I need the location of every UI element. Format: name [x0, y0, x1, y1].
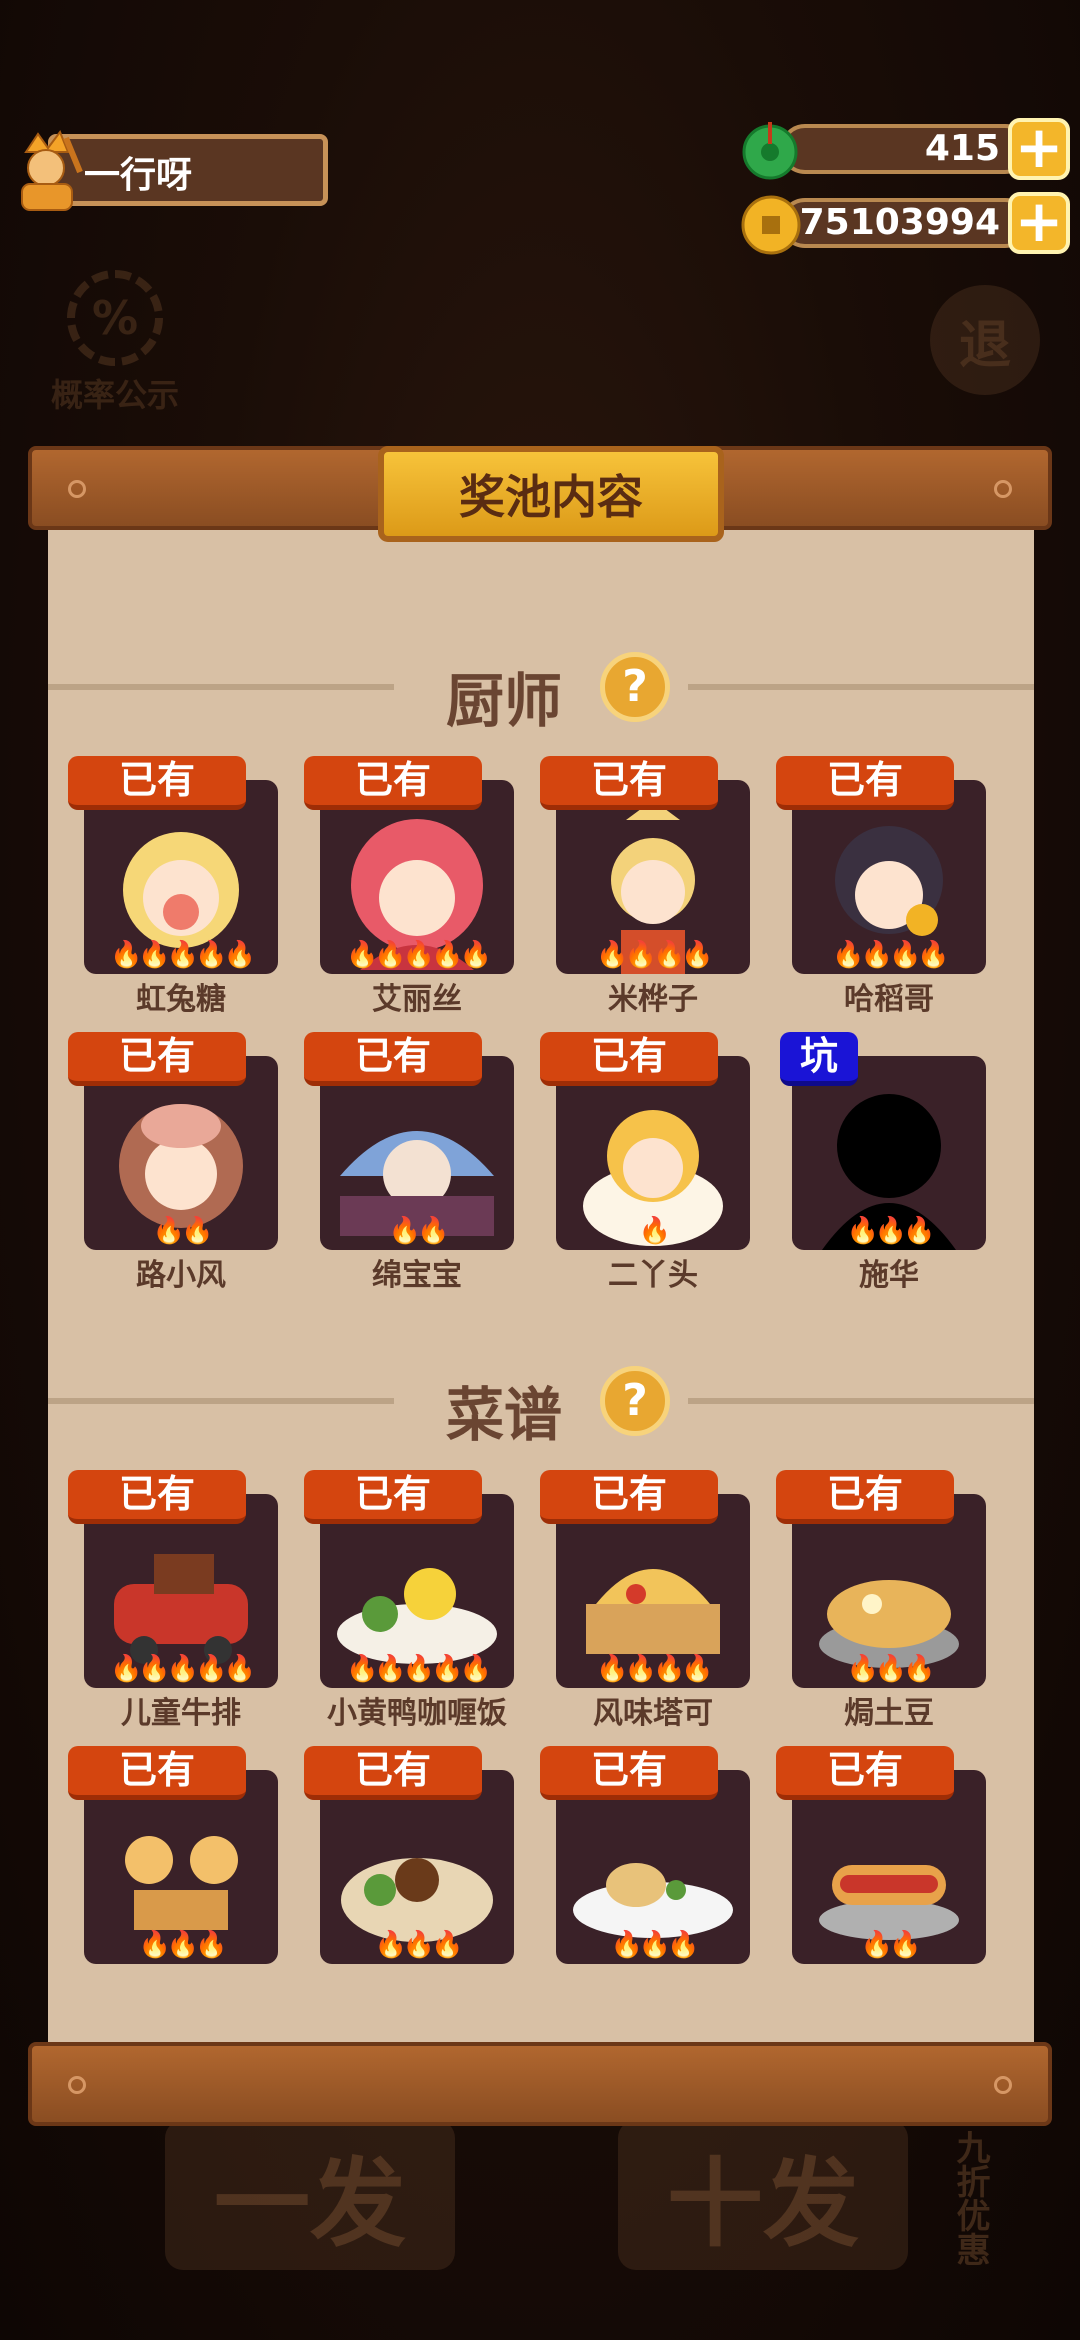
flame-rating-icons: 🔥🔥🔥: [610, 1930, 699, 1960]
recipes-help-icon[interactable]: ?: [600, 1366, 670, 1436]
flame-rating-icons: 🔥🔥🔥🔥: [596, 940, 714, 970]
chef-card[interactable]: 🔥🔥 已有路小风: [68, 1032, 288, 1293]
flame-rating-icons: 🔥🔥🔥🔥: [832, 940, 950, 970]
rivet: [994, 480, 1012, 498]
recipe-card[interactable]: 🔥🔥🔥🔥🔥 已有儿童牛排: [68, 1470, 288, 1731]
chef-avatar-icon: [21, 129, 83, 211]
coin-counter: 75103994 +: [740, 192, 1070, 255]
recipes-section-header: 菜谱 ?: [48, 1360, 1034, 1449]
chef-name: 米桦子: [608, 982, 698, 1017]
probability-label: 概率公示: [50, 376, 179, 414]
flame-rating-icons: 🔥🔥🔥: [138, 1930, 227, 1960]
divider: [688, 684, 1034, 690]
chef-card[interactable]: 🔥 已有二丫头: [540, 1032, 760, 1293]
chef-name: 路小风: [136, 1258, 226, 1293]
coin-value: 75103994: [799, 202, 1000, 243]
chefs-help-icon[interactable]: ?: [600, 652, 670, 722]
recipe-card[interactable]: 🔥🔥🔥 已有焗土豆: [776, 1470, 996, 1731]
chef-status-badge: 已有: [304, 1032, 482, 1086]
recipe-status-badge: 已有: [540, 1470, 718, 1524]
recipe-status-badge: 已有: [540, 1746, 718, 1800]
single-draw-button[interactable]: 一发: [165, 2120, 455, 2270]
recipe-name: 小黄鸭咖喱饭: [327, 1696, 507, 1731]
flame-rating-icons: 🔥🔥: [860, 1930, 922, 1960]
chef-name: 绵宝宝: [372, 1258, 462, 1293]
panel-bottom-bar: [28, 2042, 1052, 2126]
flame-rating-icons: 🔥🔥: [388, 1216, 450, 1246]
chef-name: 虹兔糖: [136, 982, 226, 1017]
jade-value: 415: [924, 128, 1000, 169]
flame-rating-icons: 🔥🔥🔥🔥🔥: [346, 1654, 492, 1684]
player-name: 一行呀: [84, 155, 193, 196]
flame-rating-icons: 🔥🔥🔥: [846, 1654, 935, 1684]
recipe-card[interactable]: 🔥🔥🔥 已有: [540, 1746, 760, 1996]
recipe-name: 风味塔可: [593, 1696, 713, 1731]
recipe-card[interactable]: 🔥🔥🔥 已有: [304, 1746, 524, 1996]
chef-status-badge: 坑: [780, 1032, 858, 1086]
recipe-status-badge: 已有: [776, 1746, 954, 1800]
exit-button[interactable]: 退: [930, 285, 1040, 395]
chef-name: 二丫头: [608, 1258, 698, 1293]
flame-rating-icons: 🔥🔥🔥🔥: [596, 1654, 714, 1684]
chef-name: 哈稻哥: [844, 982, 934, 1017]
recipe-status-badge: 已有: [68, 1470, 246, 1524]
chefs-section-title: 厨师: [446, 667, 563, 735]
flame-rating-icons: 🔥🔥🔥🔥🔥: [110, 1654, 256, 1684]
percent-icon: %: [67, 270, 163, 366]
chefs-section-header: 厨师 ?: [48, 646, 1034, 735]
discount-label: 九折优惠: [950, 2130, 990, 2266]
chef-status-badge: 已有: [540, 756, 718, 810]
chef-card[interactable]: 🔥🔥🔥🔥 已有哈稻哥: [776, 756, 996, 1017]
recipe-status-badge: 已有: [304, 1470, 482, 1524]
recipe-status-badge: 已有: [776, 1470, 954, 1524]
chef-status-badge: 已有: [540, 1032, 718, 1086]
flame-rating-icons: 🔥🔥🔥: [374, 1930, 463, 1960]
rivet: [994, 2076, 1012, 2094]
player-profile[interactable]: 一行呀: [8, 128, 328, 212]
recipe-card[interactable]: 🔥🔥 已有: [776, 1746, 996, 1996]
flame-rating-icons: 🔥: [638, 1216, 671, 1246]
recipe-card[interactable]: 🔥🔥🔥 已有: [68, 1746, 288, 1996]
recipe-name: 儿童牛排: [121, 1696, 241, 1731]
recipes-section-title: 菜谱: [446, 1381, 563, 1449]
chef-card[interactable]: 🔥🔥🔥🔥 已有米桦子: [540, 756, 760, 1017]
flame-rating-icons: 🔥🔥🔥: [846, 1216, 935, 1246]
jade-icon: [742, 122, 798, 180]
panel-title: 奖池内容: [459, 470, 643, 524]
flame-rating-icons: 🔥🔥🔥🔥🔥: [110, 940, 256, 970]
chef-card[interactable]: 🔥🔥🔥🔥🔥 已有虹兔糖: [68, 756, 288, 1017]
chef-status-badge: 已有: [68, 756, 246, 810]
chef-card[interactable]: 🔥🔥🔥🔥🔥 已有艾丽丝: [304, 756, 524, 1017]
coin-icon: [741, 195, 801, 255]
chef-status-badge: 已有: [304, 756, 482, 810]
jade-counter: 415 +: [740, 118, 1070, 180]
probability-button[interactable]: % 概率公示: [40, 270, 190, 416]
divider: [48, 1398, 394, 1404]
flame-rating-icons: 🔥🔥🔥🔥🔥: [346, 940, 492, 970]
chef-status-badge: 已有: [68, 1032, 246, 1086]
ten-draw-button[interactable]: 十发: [618, 2120, 908, 2270]
flame-rating-icons: 🔥🔥: [152, 1216, 214, 1246]
divider: [48, 684, 394, 690]
recipe-card[interactable]: 🔥🔥🔥🔥 已有风味塔可: [540, 1470, 760, 1731]
recipe-name: 焗土豆: [844, 1696, 934, 1731]
rivet: [68, 480, 86, 498]
add-jade-button[interactable]: +: [1008, 118, 1070, 180]
prize-pool-panel: 厨师 ? 🔥🔥🔥🔥🔥 已有 虹兔糖 🔥🔥🔥🔥🔥 已有 艾丽丝 🔥🔥🔥🔥 已有 米桦子 🔥🔥🔥🔥 已有…: [48, 530, 1034, 2042]
chef-card[interactable]: 🔥🔥🔥 坑施华: [776, 1032, 996, 1293]
divider: [688, 1398, 1034, 1404]
recipe-status-badge: 已有: [304, 1746, 482, 1800]
chef-name: 施华: [859, 1258, 919, 1293]
add-coins-button[interactable]: +: [1008, 192, 1070, 254]
recipe-card[interactable]: 🔥🔥🔥🔥🔥 已有小黄鸭咖喱饭: [304, 1470, 524, 1731]
panel-title-badge: 奖池内容: [378, 446, 724, 542]
chef-status-badge: 已有: [776, 756, 954, 810]
rivet: [68, 2076, 86, 2094]
chef-name: 艾丽丝: [372, 982, 462, 1017]
recipe-status-badge: 已有: [68, 1746, 246, 1800]
chef-card[interactable]: 🔥🔥 已有绵宝宝: [304, 1032, 524, 1293]
